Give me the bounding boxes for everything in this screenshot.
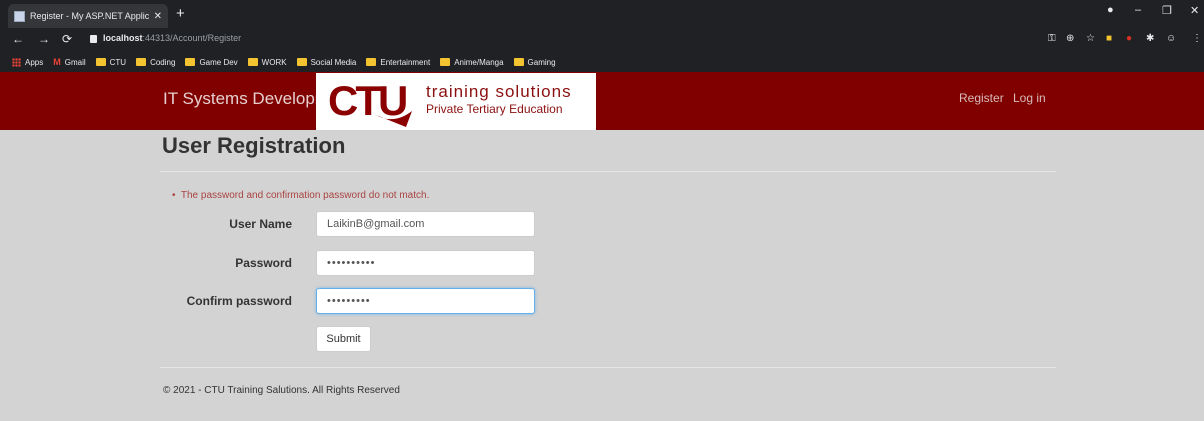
back-arrow-icon[interactable]: ← <box>12 32 24 46</box>
url-path: :44313/Account/Register <box>142 33 242 43</box>
browser-tab[interactable]: Register - My ASP.NET Applicatio ✕ <box>8 4 168 28</box>
password-input[interactable] <box>316 250 535 276</box>
site-navbar: IT Systems Development CTU training solu… <box>0 72 1204 130</box>
gmail-icon: M <box>53 57 61 67</box>
bookmark-work[interactable]: WORK <box>247 57 287 67</box>
extension-record-icon[interactable]: ● <box>1126 33 1132 44</box>
close-tab-icon[interactable]: ✕ <box>154 11 162 22</box>
address-row: ← → ⟳ localhost:44313/Account/Register ⚿… <box>0 30 1204 50</box>
bookmark-game-dev[interactable]: Game Dev <box>185 57 238 67</box>
validation-error-text: The password and confirmation password d… <box>180 190 430 201</box>
folder-icon <box>136 58 147 66</box>
lock-icon <box>90 35 97 43</box>
folder-icon <box>185 58 196 66</box>
zoom-icon[interactable]: ⊕ <box>1066 33 1074 44</box>
bookmark-label: Gmail <box>64 57 86 67</box>
bookmark-label: Coding <box>150 57 176 67</box>
url-host: localhost <box>103 33 143 43</box>
bookmark-entertainment[interactable]: Entertainment <box>366 58 430 67</box>
bookmarks-bar: Apps M Gmail CTU Coding Game Dev WORK Soc… <box>0 54 1204 70</box>
bookmark-label: Entertainment <box>380 57 431 67</box>
register-link[interactable]: Register <box>959 91 1004 105</box>
logo-subtagline: Private Tertiary Education <box>426 102 563 116</box>
profile-icon[interactable]: ● <box>1107 4 1114 16</box>
menu-dots-icon[interactable]: ⋮ <box>1192 33 1202 44</box>
new-tab-button[interactable]: + <box>176 6 185 22</box>
folder-icon <box>366 58 377 66</box>
bookmark-label: Gaming <box>527 57 556 67</box>
bookmark-social-media[interactable]: Social Media <box>296 57 357 67</box>
submit-button[interactable]: Submit <box>316 326 371 352</box>
extensions-puzzle-icon[interactable]: ✱ <box>1146 33 1154 44</box>
bookmark-apps[interactable]: Apps <box>12 57 44 67</box>
bookmark-label: CTU <box>109 57 127 67</box>
forward-arrow-icon[interactable]: → <box>38 32 50 46</box>
window-close-icon[interactable]: ✕ <box>1190 4 1199 17</box>
confirm-password-input[interactable] <box>316 288 535 314</box>
footer-divider <box>160 367 1056 368</box>
page-icon <box>14 10 25 22</box>
folder-icon <box>95 58 106 66</box>
folder-icon <box>296 58 307 66</box>
avatar[interactable]: ☺ <box>1166 33 1176 44</box>
bookmark-label: Anime/Manga <box>454 57 504 67</box>
confirm-password-label: Confirm password <box>186 294 292 308</box>
bookmark-label: Social Media <box>310 57 357 67</box>
bookmark-label: Apps <box>25 57 44 67</box>
username-label: User Name <box>229 217 292 231</box>
folder-icon <box>440 58 451 66</box>
minimize-icon[interactable]: – <box>1135 4 1141 16</box>
tab-title: Register - My ASP.NET Applicatio <box>30 11 149 21</box>
bookmark-label: Game Dev <box>199 57 238 67</box>
folder-icon <box>513 58 524 66</box>
bookmark-gmail[interactable]: M Gmail <box>53 57 85 67</box>
apps-grid-icon <box>12 57 21 67</box>
bookmark-gaming[interactable]: Gaming <box>513 57 556 67</box>
password-label: Password <box>235 256 292 270</box>
validation-error: • The password and confirmation password… <box>172 190 430 201</box>
key-icon[interactable]: ⚿ <box>1048 33 1056 44</box>
folder-icon <box>247 58 258 66</box>
bookmark-anime-manga[interactable]: Anime/Manga <box>440 57 504 67</box>
browser-chrome: Register - My ASP.NET Applicatio ✕ + ● –… <box>0 0 1204 72</box>
maximize-icon[interactable]: ❐ <box>1162 4 1172 17</box>
bookmark-label: WORK <box>261 57 287 67</box>
reload-icon[interactable]: ⟳ <box>62 32 72 46</box>
address-bar[interactable]: localhost:44313/Account/Register <box>103 33 241 43</box>
logo-swoosh-icon <box>376 111 412 127</box>
login-link[interactable]: Log in <box>1013 91 1046 105</box>
page-title: User Registration <box>162 133 346 158</box>
ctu-logo: CTU training solutions Private Tertiary … <box>316 73 596 130</box>
bookmark-coding[interactable]: Coding <box>136 58 175 67</box>
footer-copyright: © 2021 - CTU Training Salutions. All Rig… <box>163 385 400 396</box>
divider <box>160 171 1056 172</box>
bookmark-star-icon[interactable]: ☆ <box>1086 33 1095 44</box>
bookmark-ctu[interactable]: CTU <box>95 57 127 67</box>
extension-icon[interactable]: ■ <box>1106 33 1112 44</box>
username-input[interactable] <box>316 211 535 237</box>
logo-tagline: training solutions <box>426 82 572 101</box>
